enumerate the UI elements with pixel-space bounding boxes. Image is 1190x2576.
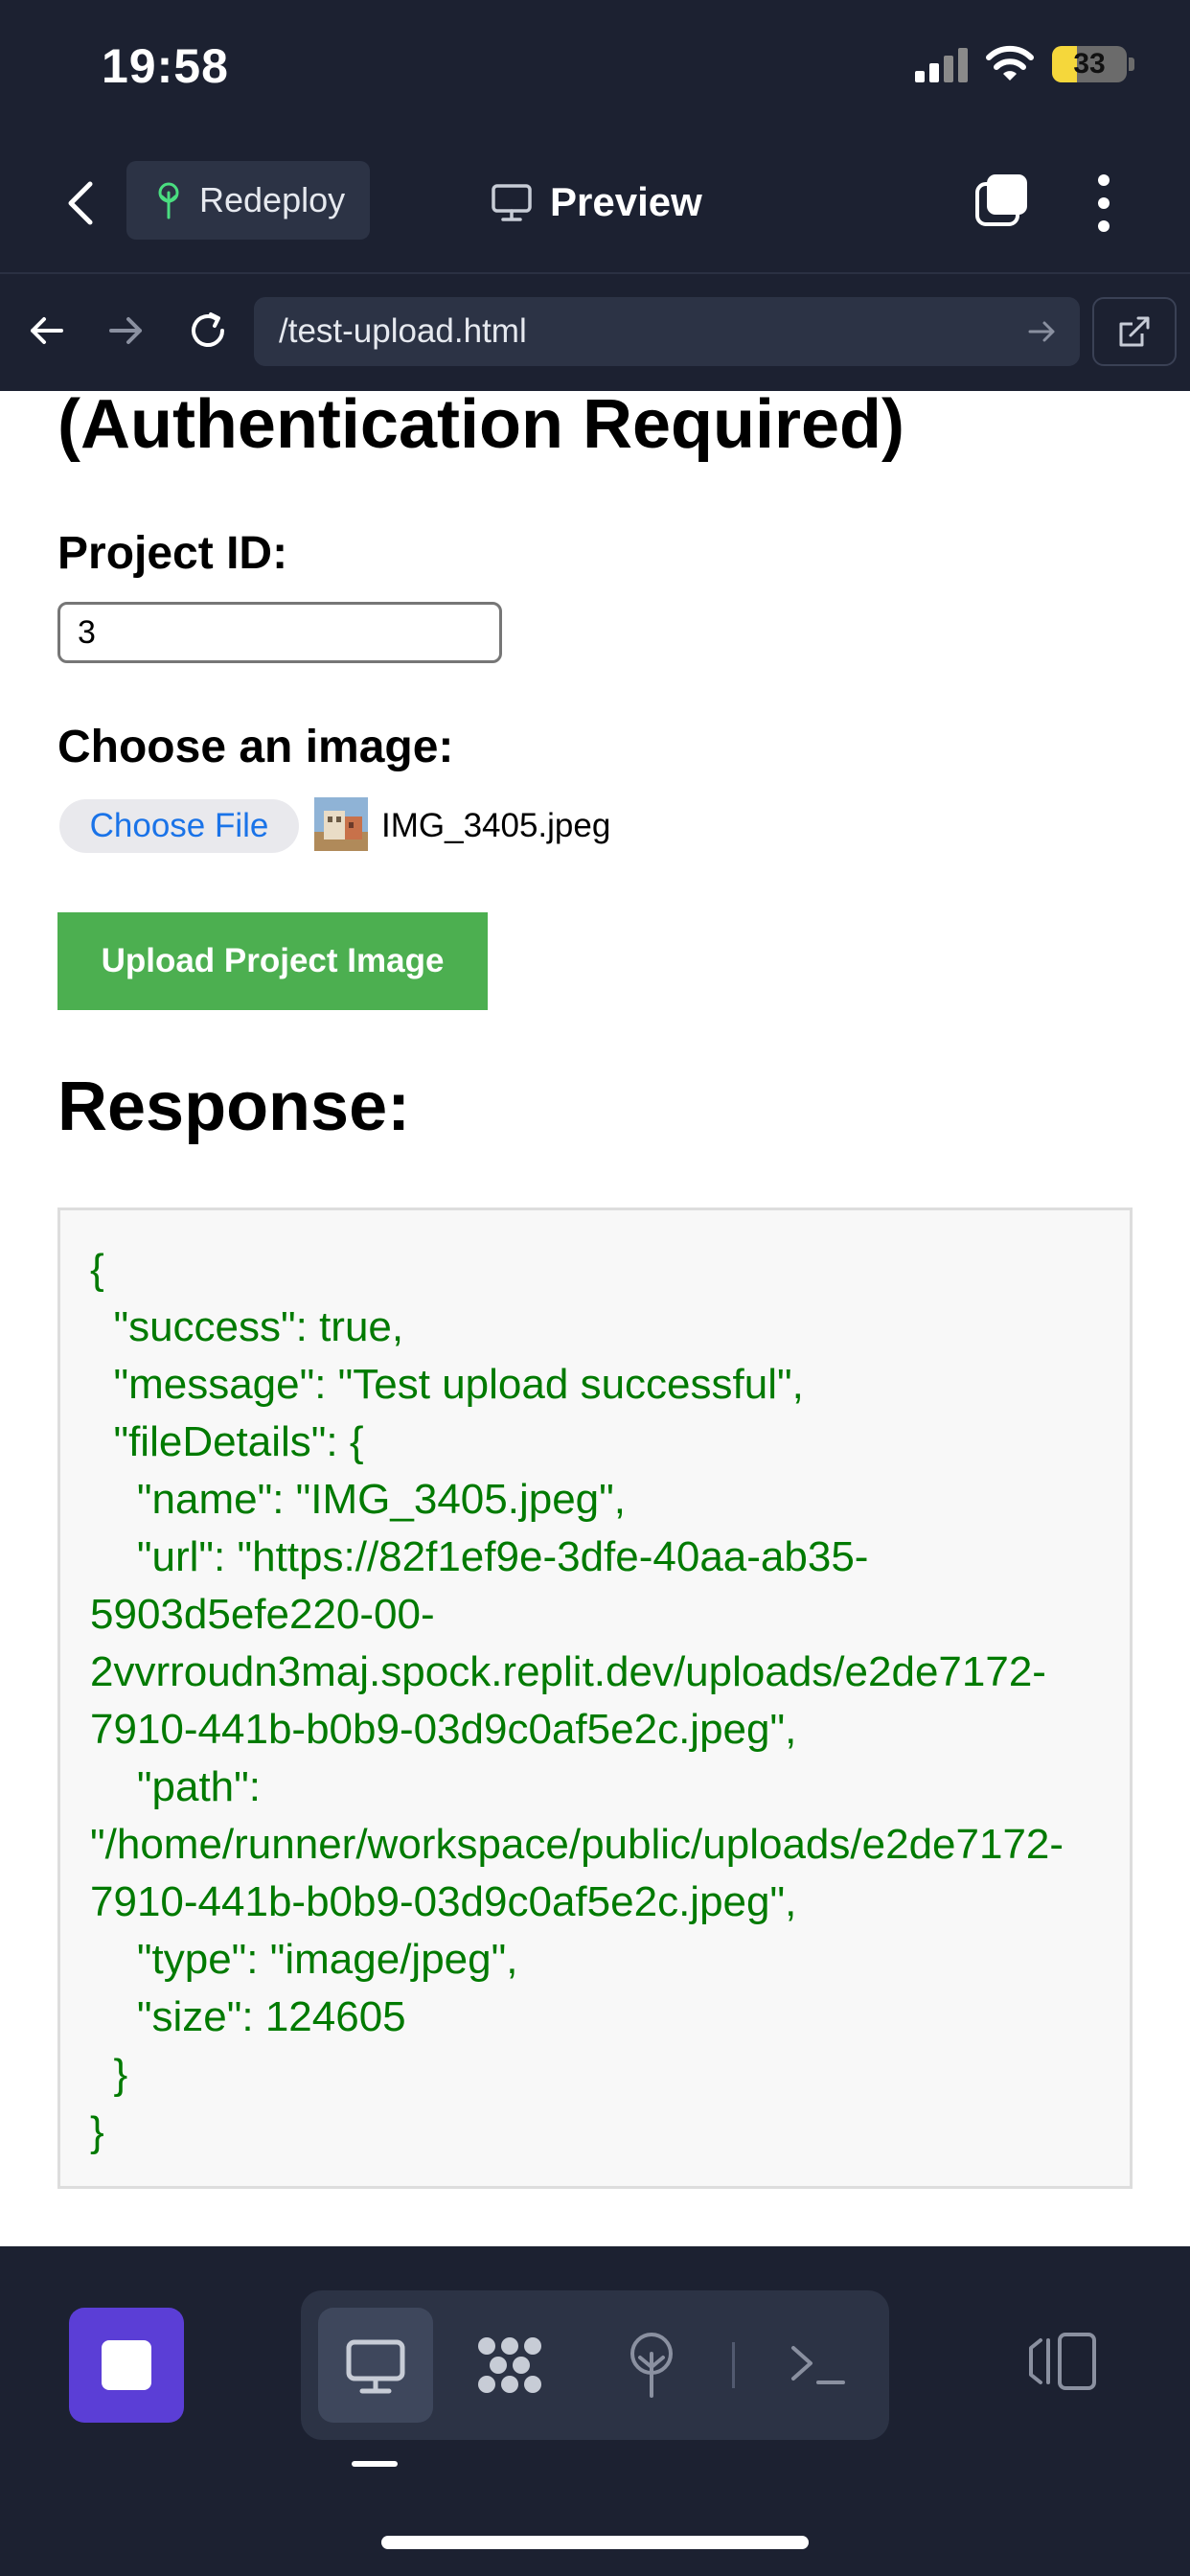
project-id-input[interactable]: 3	[57, 602, 502, 663]
redeploy-label: Redeploy	[199, 180, 346, 219]
toolbar-divider	[732, 2342, 735, 2388]
status-bar: 19:58 33	[0, 0, 1190, 134]
page-heading: (Authentication Required)	[57, 391, 904, 463]
upload-project-image-button[interactable]: Upload Project Image	[57, 912, 488, 1010]
external-link-icon	[1119, 316, 1150, 347]
open-external-button[interactable]	[1092, 297, 1177, 366]
redeploy-button[interactable]: Redeploy	[126, 161, 370, 240]
cellular-signal-icon	[915, 48, 969, 82]
active-tab-indicator	[352, 2461, 398, 2467]
wifi-icon	[986, 45, 1034, 80]
browser-toolbar: /test-upload.html	[0, 274, 1190, 391]
stop-icon	[102, 2340, 151, 2390]
response-heading: Response:	[57, 1069, 411, 1145]
url-field[interactable]: /test-upload.html	[254, 297, 1080, 366]
preview-label: Preview	[550, 179, 702, 224]
tabs-icon[interactable]	[973, 172, 1029, 228]
response-json: { "success": true, "message": "Test uplo…	[90, 1246, 1064, 2155]
home-indicator	[381, 2536, 809, 2549]
battery-percent: 33	[1073, 48, 1106, 80]
sidebar-toggle-icon[interactable]	[1027, 2331, 1100, 2392]
choose-file-button[interactable]: Choose File	[59, 799, 299, 853]
selected-file-name: IMG_3405.jpeg	[381, 807, 611, 844]
view-switcher	[301, 2290, 889, 2440]
url-text: /test-upload.html	[279, 312, 527, 350]
web-page: (Authentication Required) Project ID: 3 …	[0, 391, 1190, 2246]
monitor-icon	[492, 184, 532, 221]
desktop-icon[interactable]	[343, 2333, 408, 2398]
battery-icon: 33	[1052, 46, 1127, 82]
back-chevron-icon[interactable]	[57, 174, 105, 232]
go-arrow-icon[interactable]	[1026, 316, 1059, 347]
project-id-label: Project ID:	[57, 528, 288, 579]
image-thumbnail-icon	[314, 797, 368, 851]
status-time: 19:58	[102, 39, 229, 93]
app-header: Redeploy Preview	[0, 134, 1190, 274]
terminal-icon[interactable]	[788, 2340, 849, 2390]
deploy-tree-icon	[158, 182, 179, 219]
bottom-toolbar	[0, 2246, 1190, 2576]
choose-image-label: Choose an image:	[57, 722, 454, 772]
stop-button[interactable]	[69, 2308, 184, 2423]
reload-icon[interactable]	[184, 307, 232, 355]
workflows-icon[interactable]	[473, 2333, 546, 2398]
response-panel: { "success": true, "message": "Test uplo…	[57, 1208, 1133, 2189]
preview-title[interactable]: Preview	[491, 169, 702, 236]
deployments-icon[interactable]	[623, 2331, 680, 2400]
battery-tip	[1129, 58, 1134, 71]
back-arrow-icon[interactable]	[23, 307, 71, 355]
forward-arrow-icon[interactable]	[102, 307, 149, 355]
more-vertical-icon[interactable]	[1092, 172, 1115, 234]
